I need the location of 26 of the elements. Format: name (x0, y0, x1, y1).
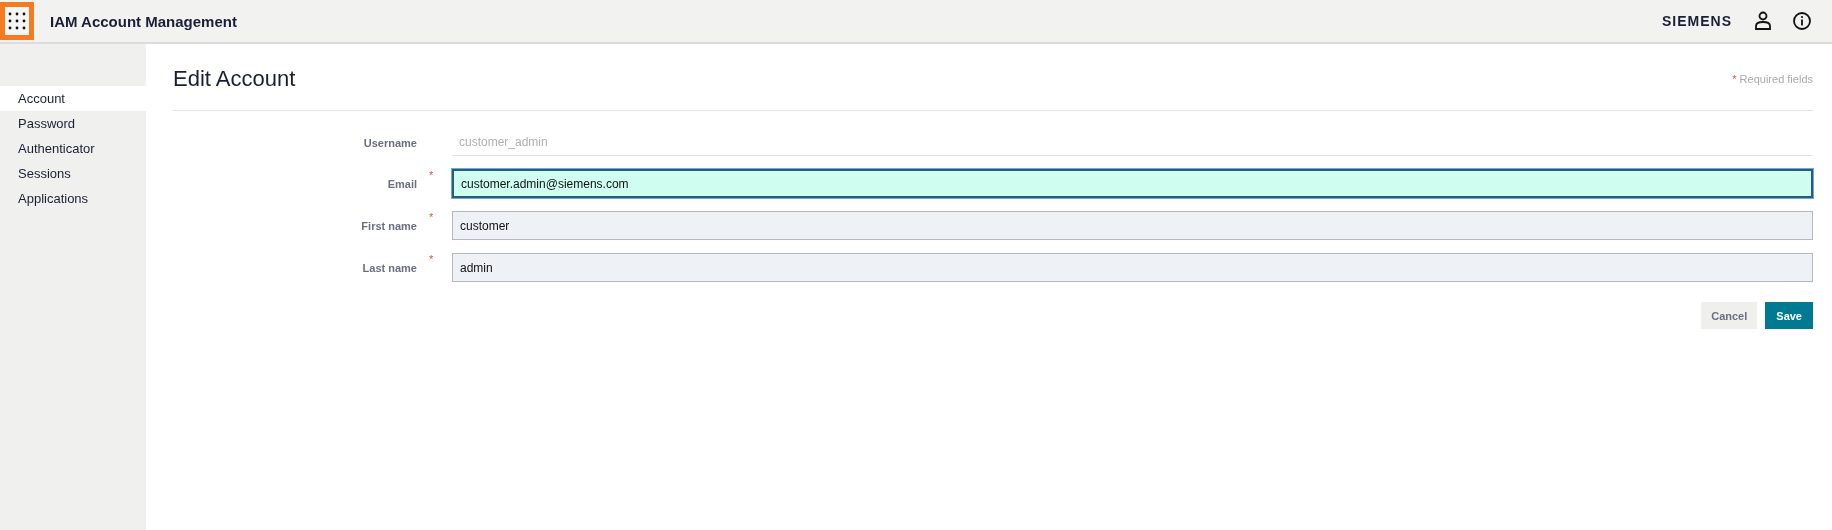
input-field[interactable]: admin (452, 253, 1813, 282)
required-mark: * (429, 253, 434, 265)
app-title: IAM Account Management (50, 12, 237, 30)
sidebar-item[interactable]: Applications (0, 186, 146, 211)
required-note: * Required fields (1732, 73, 1813, 85)
sidebar-item[interactable]: Account (0, 86, 146, 111)
app-launcher-button[interactable] (0, 2, 34, 40)
field-label: First name (360, 219, 417, 232)
field-label: Last name (361, 261, 417, 274)
sidebar-item[interactable]: Authenticator (0, 136, 146, 161)
brand-logo: SIEMENS (1662, 13, 1732, 29)
page-title: Edit Account (173, 66, 296, 92)
field-label: Username (362, 136, 417, 149)
sidebar-item[interactable]: Sessions (0, 161, 146, 186)
save-button[interactable]: Save (1765, 302, 1813, 329)
sidebar-item[interactable]: Password (0, 111, 146, 136)
cancel-button[interactable]: Cancel (1701, 302, 1758, 329)
readonly-field: customer_admin (452, 129, 1813, 156)
input-field[interactable]: customer.admin@siemens.com (452, 169, 1813, 198)
field-label: Email (386, 177, 417, 190)
info-icon[interactable] (1792, 11, 1812, 31)
grid-icon (7, 11, 27, 31)
required-mark: * (429, 169, 434, 181)
input-field[interactable]: customer (452, 211, 1813, 240)
required-mark: * (429, 211, 434, 223)
user-icon[interactable] (1754, 11, 1772, 31)
